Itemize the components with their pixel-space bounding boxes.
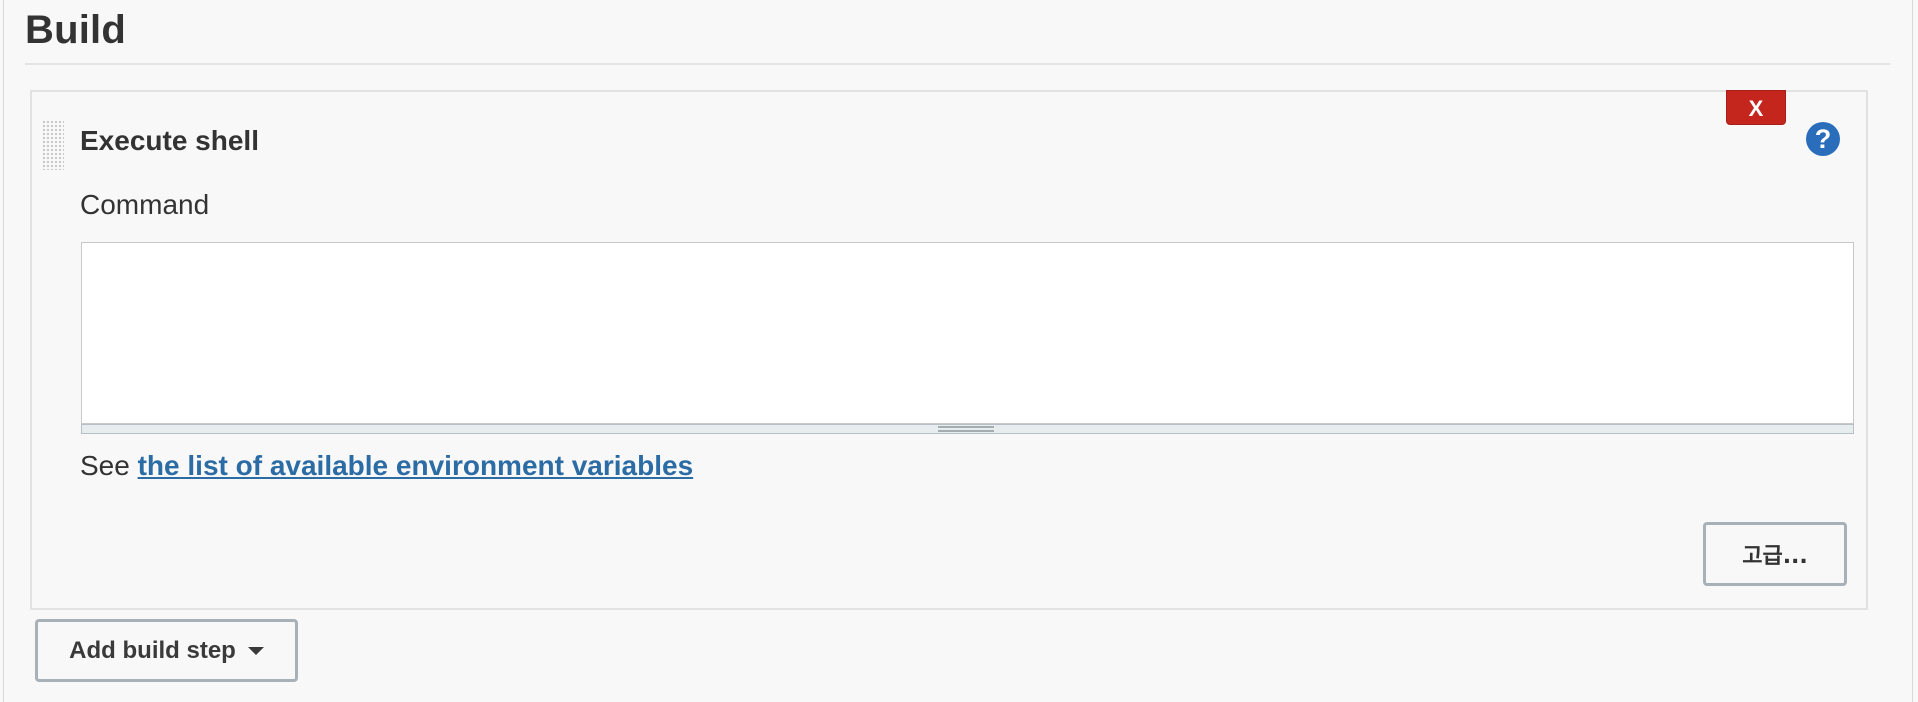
command-textarea[interactable] [81, 242, 1854, 424]
section-title: Build [25, 8, 126, 52]
env-prefix: See [80, 450, 130, 481]
textarea-resize-handle[interactable] [81, 424, 1854, 434]
advanced-button[interactable]: 고급... [1703, 522, 1847, 586]
add-build-step-label: Add build step [69, 636, 236, 664]
drag-handle-icon[interactable] [42, 120, 64, 170]
command-label: Command [80, 189, 210, 220]
step-title: Execute shell [80, 125, 259, 156]
env-variables-link[interactable]: the list of available environment variab… [138, 450, 694, 481]
add-build-step-button[interactable]: Add build step [35, 619, 298, 682]
section-divider [25, 63, 1890, 65]
resize-grip-icon [938, 426, 994, 432]
chevron-down-icon [247, 647, 264, 656]
env-variables-help: See the list of available environment va… [80, 450, 693, 482]
help-icon[interactable]: ? [1806, 122, 1840, 156]
execute-shell-step: X ? Execute shell Command See the list o… [30, 90, 1868, 610]
delete-step-button[interactable]: X [1726, 90, 1786, 125]
